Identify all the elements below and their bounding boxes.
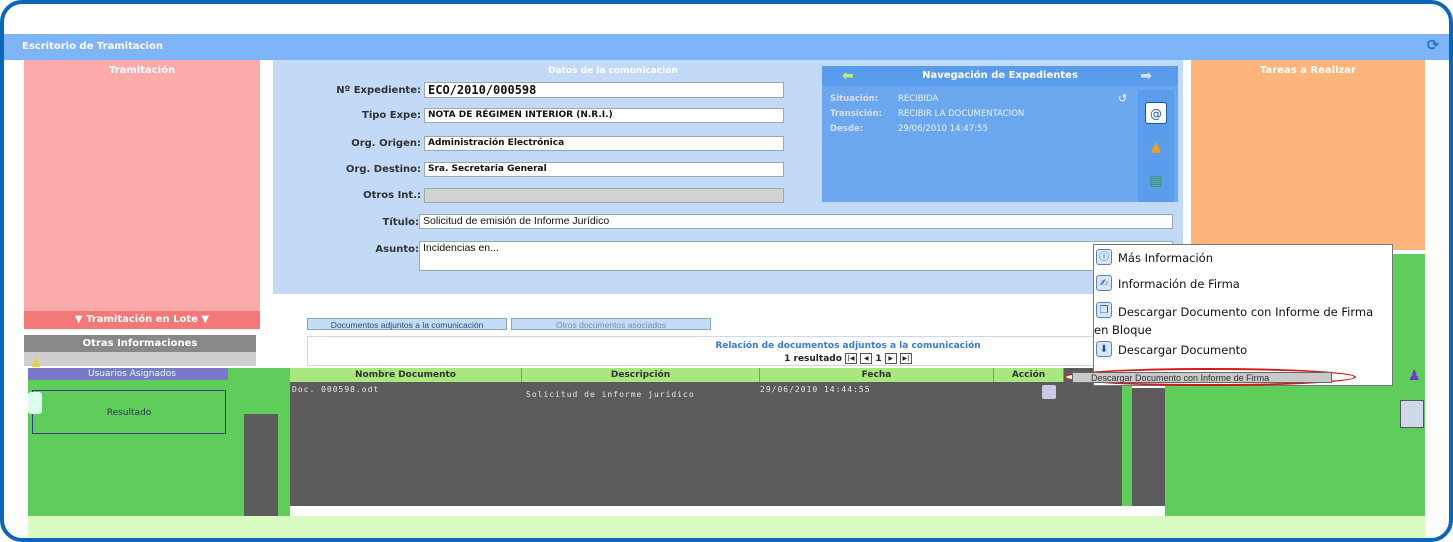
tab-documentos-adjuntos[interactable]: Documentos adjuntos a la comunicación (307, 318, 507, 330)
col-accion[interactable]: Acción (994, 368, 1064, 382)
navegacion-title: Navegación de Expedientes (922, 70, 1078, 81)
resultado-label: Resultado (106, 408, 152, 418)
menu-informacion-firma[interactable]: Información de Firma (1094, 276, 1394, 292)
window-title: Escritorio de Tramitacion (22, 41, 163, 52)
otras-informaciones-body (24, 352, 256, 366)
nav-forward-arrow-icon[interactable]: ➡ (1140, 66, 1152, 86)
action-menu-icon[interactable] (1042, 385, 1056, 399)
left-gray-block (244, 414, 278, 516)
asunto-label: Asunto: (375, 244, 419, 255)
context-menu: ⓘ Más Información ✍ Información de Firma… (1093, 244, 1393, 386)
tramitacion-title: Tramitación (108, 65, 176, 76)
mid-green-strip (1122, 384, 1132, 506)
menu-descargar-informe-firma[interactable]: Descargar Documento con Informe de Firma (1072, 372, 1332, 383)
highlight-ring: Descargar Documento con Informe de Firma (1064, 368, 1356, 386)
shapes-icon[interactable]: ▲ (1145, 136, 1167, 158)
cell-fecha: 29/06/2010 14:44:55 (760, 385, 871, 394)
app-window: Escritorio de Tramitacion ⟳ Tramitación … (0, 0, 1453, 542)
menu-descargar-documento[interactable]: Descargar Documento (1094, 342, 1394, 358)
otras-informaciones-header: Otras Informaciones (24, 335, 256, 352)
bottom-band (28, 516, 1425, 538)
left-green-strip (278, 434, 290, 516)
usuarios-label: Usuarios Asignados (88, 369, 176, 379)
tipo-field[interactable]: NOTA DE RÉGIMEN INTERIOR (N.R.I.) (424, 108, 784, 123)
tipo-label: Tipo Expe: (362, 110, 421, 121)
col-descripcion[interactable]: Descripción (522, 368, 760, 382)
menu-mas-informacion[interactable]: Más Información (1094, 250, 1394, 266)
refresh-icon[interactable]: ⟳ (1425, 37, 1441, 53)
usuarios-asignados-bar[interactable]: Usuarios Asignados (28, 368, 228, 380)
tramitacion-lote-button[interactable]: ▼ Tramitación en Lote ▼ (24, 311, 260, 329)
right-green-lower (1165, 366, 1425, 516)
transicion-label: Transición: (830, 109, 883, 119)
window-titlebar: Escritorio de Tramitacion ⟳ (4, 34, 1449, 60)
form-section-title: Datos de la comunicación (548, 66, 678, 76)
document-icon (28, 392, 42, 414)
otros-field[interactable] (424, 188, 784, 203)
resultado-box[interactable]: Resultado (32, 390, 226, 434)
page-number: 1 (875, 354, 882, 364)
table-row[interactable]: Doc. 000598.odt Solicitud de informe jur… (290, 384, 1122, 399)
nav-info: Situación: RECIBIDA Transición: RECIBIR … (830, 94, 1130, 144)
tareas-title: Tareas a Realizar (1260, 65, 1356, 76)
first-page-icon[interactable]: |◀ (845, 353, 858, 364)
right-gray-block (1132, 388, 1166, 506)
nav-actions-column: @ ▲ ▤ (1138, 90, 1174, 202)
next-page-icon[interactable]: ▶ (884, 353, 897, 364)
bin-icon (1400, 400, 1424, 428)
navegacion-header: ⬅ Navegación de Expedientes ➡ (822, 66, 1178, 86)
desde-value: 29/06/2010 14:47:55 (898, 124, 988, 134)
col-fecha[interactable]: Fecha (760, 368, 994, 382)
asunto-field[interactable]: Incidencias en... (419, 241, 1173, 271)
menu-descargar-bloque[interactable]: Descargar Documento con Informe de Firma… (1094, 303, 1390, 339)
tramitacion-panel: Tramitación (24, 60, 260, 312)
titulo-label: Título: (382, 217, 419, 228)
nav-back-arrow-icon[interactable]: ⬅ (842, 66, 854, 86)
origen-field[interactable]: Administración Electrónica (424, 136, 784, 151)
print-icon[interactable]: ▤ (1145, 170, 1167, 192)
titulo-field[interactable]: Solicitud de emisión de Informe Jurídico (419, 214, 1173, 229)
cell-nombre: Doc. 000598.odt (292, 385, 380, 394)
email-icon[interactable]: @ (1145, 102, 1167, 124)
desde-label: Desde: (830, 124, 864, 134)
otros-label: Otros Int.: (363, 190, 421, 201)
situacion-value: RECIBIDA (898, 94, 939, 104)
user-purple-icon: ♟ (1408, 368, 1421, 384)
origen-label: Org. Origen: (351, 138, 421, 149)
situacion-label: Situación: (830, 94, 879, 104)
nav-undo-icon[interactable]: ↺ (1118, 92, 1127, 105)
destino-label: Org. Destino: (345, 164, 421, 175)
tareas-panel: Tareas a Realizar (1191, 60, 1425, 250)
pagination: 1 resultado |◀ ◀ 1 ▶ ▶| (658, 353, 1038, 364)
last-page-icon[interactable]: ▶| (899, 353, 912, 364)
prev-page-icon[interactable]: ◀ (860, 353, 873, 364)
expediente-label: Nº Expediente: (336, 85, 421, 96)
tab-otros-documentos[interactable]: Otros documentos asociados (511, 318, 711, 330)
destino-field[interactable]: Sra. Secretaria General (424, 162, 784, 177)
transicion-value: RECIBIR LA DOCUMENTACION (898, 109, 1025, 119)
cell-descripcion: Solicitud de informe jurídico (526, 390, 695, 399)
result-count: 1 resultado (784, 354, 842, 364)
col-nombre-documento[interactable]: Nombre Documento (290, 368, 522, 382)
users-icon: ♟ (30, 356, 42, 371)
expediente-field[interactable]: ECO/2010/000598 (424, 82, 784, 98)
